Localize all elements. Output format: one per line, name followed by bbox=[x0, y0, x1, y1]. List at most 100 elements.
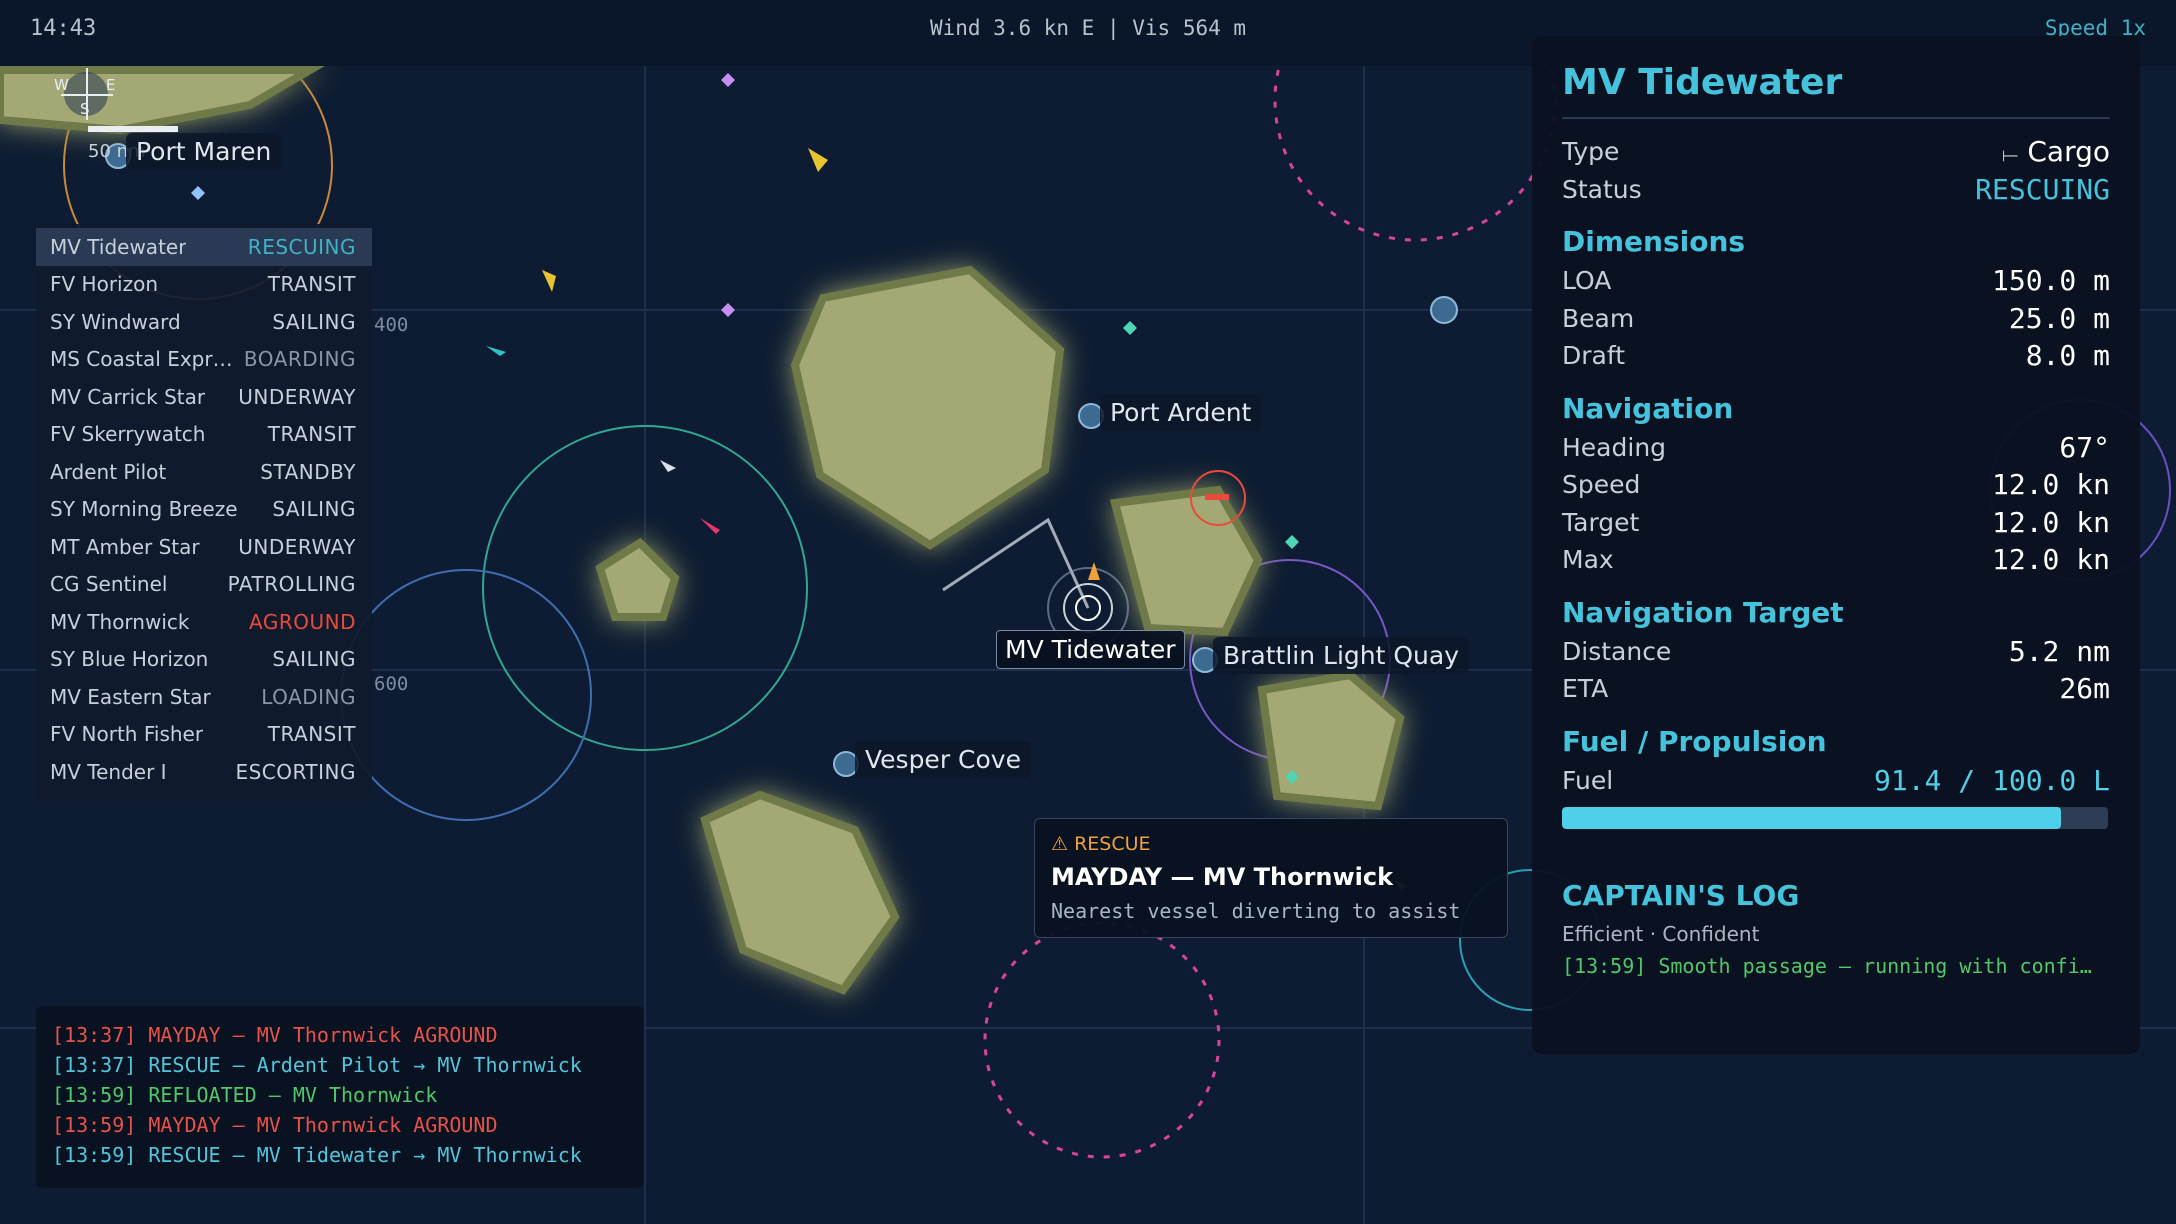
vessel-status: SAILING bbox=[272, 647, 356, 672]
event-log-line: [13:59] REFLOATED — MV Thornwick bbox=[52, 1083, 438, 1107]
vessel-details-panel: MV Tidewater Type ⟝ Cargo Status RESCUIN… bbox=[1532, 36, 2140, 1054]
scale-bar bbox=[88, 126, 178, 132]
compass-south: S bbox=[80, 100, 90, 118]
vessel-name: MV Thornwick bbox=[50, 609, 190, 634]
max-label: Max bbox=[1562, 545, 1614, 575]
compass-east: E bbox=[106, 76, 116, 94]
event-log-line: [13:37] RESCUE — Ardent Pilot → MV Thorn… bbox=[52, 1053, 582, 1077]
eta-label: ETA bbox=[1562, 674, 1609, 704]
rescue-tag: ⚠ RESCUE bbox=[1051, 833, 1151, 855]
fuel-bar bbox=[1562, 807, 2108, 829]
vessel-status: RESCUING bbox=[247, 234, 356, 259]
type-label: Type bbox=[1562, 137, 1620, 167]
speed-value: 12.0 kn bbox=[1991, 468, 2110, 502]
vessel-status: SAILING bbox=[272, 309, 356, 334]
vessel-list-item[interactable]: FV Skerrywatch TRANSIT bbox=[36, 416, 372, 454]
vessel-list-item[interactable]: SY Windward SAILING bbox=[36, 303, 372, 341]
target-label: Target bbox=[1562, 507, 1640, 537]
port-label-ardent[interactable]: Port Ardent bbox=[1100, 394, 1262, 431]
vessel-status: BOARDING bbox=[243, 347, 356, 372]
vessel-list-item[interactable]: MV Carrick Star UNDERWAY bbox=[36, 378, 372, 416]
fuel-bar-fill bbox=[1562, 807, 2062, 829]
vessel-status: AGROUND bbox=[249, 609, 356, 634]
ship-icon: ⟝ bbox=[2001, 142, 2019, 167]
ship-marker bbox=[1205, 494, 1229, 500]
vessel-list-item[interactable]: MV Thornwick AGROUND bbox=[36, 603, 372, 641]
vessel-list-item[interactable]: SY Morning Breeze SAILING bbox=[36, 491, 372, 529]
navigation-heading: Navigation bbox=[1562, 391, 1734, 425]
status-label: Status bbox=[1562, 174, 1642, 204]
vessel-list-item[interactable]: Ardent Pilot STANDBY bbox=[36, 453, 372, 491]
fuel-label: Fuel bbox=[1562, 765, 1614, 795]
beam-row: Beam 25.0 m bbox=[1562, 300, 2110, 338]
vessel-status: SAILING bbox=[272, 497, 356, 522]
distance-value: 5.2 nm bbox=[2008, 634, 2110, 668]
vessel-list-item[interactable]: FV North Fisher TRANSIT bbox=[36, 716, 372, 754]
eta-value: 26m bbox=[2059, 672, 2110, 706]
dimensions-heading: Dimensions bbox=[1562, 225, 1746, 258]
loa-value: 150.0 m bbox=[1991, 264, 2110, 298]
vessel-status: LOADING bbox=[261, 684, 356, 709]
vessel-status: STANDBY bbox=[260, 459, 356, 484]
heading-row: Heading 67° bbox=[1562, 429, 2110, 467]
rescue-title: MAYDAY — MV Thornwick bbox=[1051, 863, 1394, 891]
vessel-status: ESCORTING bbox=[235, 759, 356, 784]
type-row: Type ⟝ Cargo bbox=[1562, 133, 2110, 171]
speed-label: Speed bbox=[1562, 470, 1641, 500]
nav-target-heading: Navigation Target bbox=[1562, 595, 1844, 629]
vessel-status: TRANSIT bbox=[267, 272, 356, 297]
vessel-name: MT Amber Star bbox=[50, 534, 200, 559]
event-log: [13:37] MAYDAY — MV Thornwick AGROUND [13… bbox=[36, 1006, 644, 1188]
distance-row: Distance 5.2 nm bbox=[1562, 633, 2110, 671]
captain-traits: Efficient · Confident bbox=[1562, 922, 1760, 946]
max-row: Max 12.0 kn bbox=[1562, 541, 2110, 579]
vessel-name: Ardent Pilot bbox=[50, 459, 167, 484]
draft-value: 8.0 m bbox=[2025, 339, 2110, 373]
vessel-list-item[interactable]: MV Eastern Star LOADING bbox=[36, 678, 372, 716]
captains-log-heading: CAPTAIN'S LOG bbox=[1562, 879, 1800, 912]
vessel-name: SY Windward bbox=[50, 309, 181, 334]
vessel-list-item[interactable]: CG Sentinel PATROLLING bbox=[36, 566, 372, 604]
loa-row: LOA 150.0 m bbox=[1562, 262, 2110, 300]
speed-row: Speed 12.0 kn bbox=[1562, 466, 2110, 504]
vessel-list-item[interactable]: MS Coastal Expr… BOARDING bbox=[36, 341, 372, 379]
port-label-brattlin[interactable]: Brattlin Light Quay bbox=[1213, 637, 1470, 674]
vessel-name: MV Eastern Star bbox=[50, 684, 211, 709]
distance-label: Distance bbox=[1562, 636, 1672, 666]
vessel-name: SY Blue Horizon bbox=[50, 647, 209, 672]
heading-value: 67° bbox=[2059, 430, 2110, 464]
event-log-line: [13:37] MAYDAY — MV Thornwick AGROUND bbox=[52, 1023, 498, 1047]
captains-log-entry: [13:59] Smooth passage — running with co… bbox=[1562, 954, 2092, 978]
vessel-name: MS Coastal Expr… bbox=[50, 347, 233, 372]
vessel-list-item[interactable]: SY Blue Horizon SAILING bbox=[36, 641, 372, 679]
port-label-vesper[interactable]: Vesper Cove bbox=[855, 741, 1031, 778]
status-row: Status RESCUING bbox=[1562, 171, 2110, 209]
grid-label: 400 bbox=[374, 314, 409, 336]
port-label-maren[interactable]: Port Maren bbox=[126, 133, 282, 170]
max-value: 12.0 kn bbox=[1991, 543, 2110, 577]
vessel-list: MV Tidewater RESCUING FV Horizon TRANSIT SY … bbox=[36, 224, 372, 802]
vessel-name: CG Sentinel bbox=[50, 572, 168, 597]
draft-row: Draft 8.0 m bbox=[1562, 337, 2110, 375]
heading-label: Heading bbox=[1562, 432, 1667, 462]
vessel-name: MV Tender I bbox=[50, 759, 167, 784]
selected-ship-label[interactable]: MV Tidewater bbox=[996, 630, 1185, 669]
type-value: Cargo bbox=[2027, 135, 2110, 169]
rescue-subtitle: Nearest vessel diverting to assist bbox=[1051, 899, 1461, 923]
vessel-status: PATROLLING bbox=[227, 572, 356, 597]
event-log-line: [13:59] RESCUE — MV Tidewater → MV Thorn… bbox=[52, 1143, 582, 1167]
eta-row: ETA 26m bbox=[1562, 670, 2110, 708]
vessel-list-item[interactable]: MV Tender I ESCORTING bbox=[36, 753, 372, 791]
vessel-name: FV Horizon bbox=[50, 272, 159, 297]
vessel-status: TRANSIT bbox=[267, 722, 356, 747]
event-log-line: [13:59] MAYDAY — MV Thornwick AGROUND bbox=[52, 1113, 498, 1137]
vessel-list-item[interactable]: MT Amber Star UNDERWAY bbox=[36, 528, 372, 566]
rescue-alert[interactable]: ⚠ RESCUE MAYDAY — MV Thornwick Nearest v… bbox=[1034, 818, 1508, 938]
vessel-name: FV Skerrywatch bbox=[50, 422, 206, 447]
vessel-list-item[interactable]: FV Horizon TRANSIT bbox=[36, 266, 372, 304]
vessel-list-item[interactable]: MV Tidewater RESCUING bbox=[36, 228, 372, 266]
vessel-name: MV Tidewater bbox=[50, 234, 187, 259]
vessel-status: UNDERWAY bbox=[238, 534, 356, 559]
vessel-name: MV Carrick Star bbox=[50, 384, 206, 409]
target-value: 12.0 kn bbox=[1991, 505, 2110, 539]
